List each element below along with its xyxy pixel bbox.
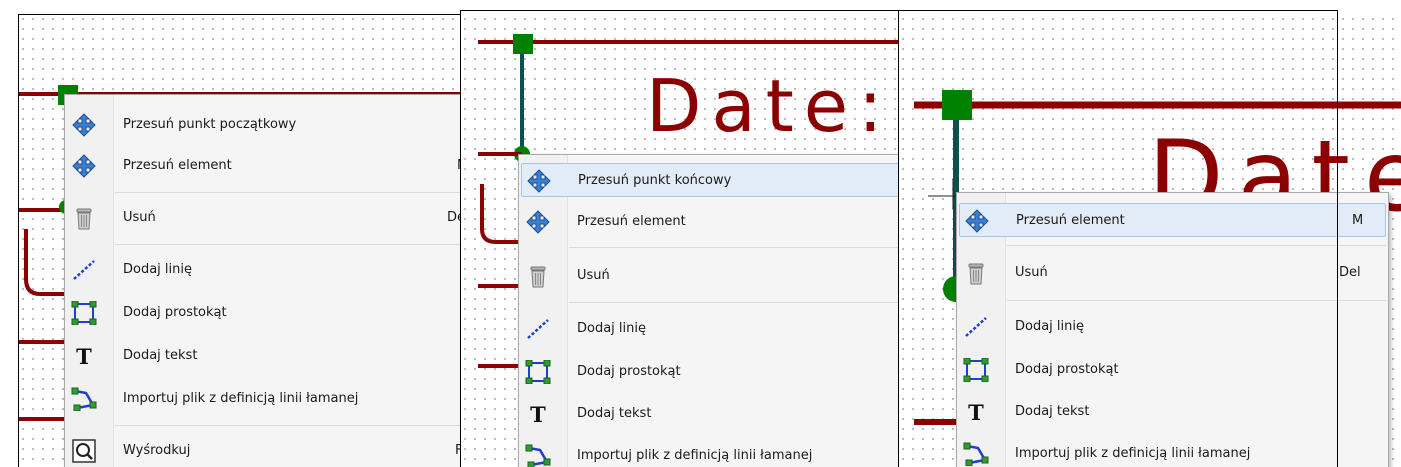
move-arrows-icon: [964, 209, 990, 233]
menu-item-move-start-point[interactable]: Przesuń punkt początkowy S: [67, 108, 460, 142]
panel-frame-line: [1337, 10, 1338, 467]
menu-item-add-line[interactable]: Dodaj linię: [959, 310, 1386, 344]
menu-item-move-element[interactable]: Przesuń element M: [521, 205, 898, 239]
menu-item-label: Dodaj tekst: [1015, 404, 1090, 419]
menu-item-label: Importuj plik z definicją linii łamanej: [1015, 446, 1251, 461]
rectangle-icon: [963, 357, 989, 383]
menu-item-label: Importuj plik z definicją linii łamanej: [577, 448, 813, 463]
menu-item-move-end-point[interactable]: Przesuń punkt końcowy: [521, 163, 898, 197]
menu-separator: [1007, 300, 1386, 301]
menu-item-label: Dodaj tekst: [577, 406, 652, 421]
menu-item-add-text[interactable]: T Dodaj tekst: [67, 339, 460, 373]
panel-divider: [898, 10, 899, 467]
panel-frame-line: [18, 14, 19, 467]
move-arrows-icon: [71, 113, 97, 137]
dashed-line-icon: [963, 315, 989, 339]
menu-item-label: Dodaj prostokąt: [1015, 362, 1119, 377]
menu-item-label: Przesuń element: [123, 158, 232, 173]
menu-item-import-polyline[interactable]: Importuj plik z definicją linii łamanej: [959, 437, 1386, 467]
svg-text:T: T: [530, 402, 546, 426]
panel-frame-line: [18, 14, 460, 15]
menu-item-move-element[interactable]: Przesuń element M: [959, 203, 1386, 237]
menu-item-add-rectangle[interactable]: Dodaj prostokąt: [959, 353, 1386, 387]
menu-item-add-rectangle[interactable]: Dodaj prostokąt: [521, 355, 898, 389]
move-arrows-icon: [71, 154, 97, 178]
menu-item-label: Dodaj linię: [1015, 319, 1084, 334]
dashed-line-icon: [71, 258, 97, 282]
menu-item-move-element[interactable]: Przesuń element M: [67, 149, 460, 183]
trash-can-icon: [963, 261, 989, 285]
move-arrows-icon: [525, 210, 551, 234]
menu-item-label: Dodaj linię: [123, 262, 192, 277]
menu-item-add-text[interactable]: T Dodaj tekst: [959, 395, 1386, 429]
menu-separator: [115, 192, 460, 193]
menu-separator: [569, 302, 898, 303]
menu-item-shortcut: Del: [1339, 265, 1361, 280]
menu-item-center[interactable]: Wyśrodkuj F4: [67, 434, 460, 467]
menu-item-add-rectangle[interactable]: Dodaj prostokąt: [67, 296, 460, 330]
menu-item-shortcut: M: [1352, 213, 1364, 228]
menu-item-label: Usuń: [123, 210, 156, 225]
canvas-panel-1: Przesuń punkt początkowy S Przesuń eleme…: [18, 14, 460, 467]
menu-item-label: Dodaj prostokąt: [123, 305, 227, 320]
context-menu-2: Przesuń punkt końcowy Przesuń element M …: [518, 154, 898, 467]
text-t-icon: T: [963, 400, 989, 425]
polyline-import-icon: [71, 387, 97, 412]
context-menu-3: Przesuń element M Usuń Del Dodaj linię D…: [956, 192, 1389, 467]
svg-text:T: T: [76, 344, 92, 368]
move-arrows-icon: [526, 169, 552, 193]
menu-item-label: Przesuń element: [1016, 213, 1125, 228]
menu-separator: [115, 244, 460, 245]
menu-item-label: Dodaj prostokąt: [577, 364, 681, 379]
menu-separator: [1007, 245, 1386, 246]
canvas-panel-2: Date: Przesuń punkt końcowy Przesuń elem…: [460, 14, 898, 467]
canvas-panel-3: Date Przesuń element M Usuń Del Dodaj li…: [898, 14, 1401, 467]
menu-item-label: Wyśrodkuj: [123, 443, 191, 458]
menu-item-import-polyline[interactable]: Importuj plik z definicją linii łamanej: [67, 382, 460, 416]
menu-item-label: Przesuń punkt początkowy: [123, 117, 297, 132]
menu-item-delete[interactable]: Usuń De: [521, 259, 898, 293]
context-menu-1: Przesuń punkt początkowy S Przesuń eleme…: [64, 94, 460, 467]
polyline-import-icon: [963, 442, 989, 467]
rectangle-icon: [525, 359, 551, 385]
dashed-line-icon: [525, 317, 551, 341]
text-t-icon: T: [71, 344, 97, 369]
text-t-icon: T: [525, 402, 551, 427]
menu-item-label: Usuń: [1015, 265, 1048, 280]
menu-separator: [569, 247, 898, 248]
menu-item-label: Dodaj tekst: [123, 348, 198, 363]
date-label: Date:: [646, 64, 892, 148]
magnifier-icon: [71, 439, 97, 463]
menu-item-label: Usuń: [577, 268, 610, 283]
trash-can-icon: [525, 264, 551, 288]
trash-can-icon: [71, 206, 97, 230]
menu-item-delete[interactable]: Usuń Del: [67, 201, 460, 235]
menu-item-delete[interactable]: Usuń Del: [959, 256, 1386, 290]
menu-item-label: Dodaj linię: [577, 321, 646, 336]
menu-item-label: Przesuń punkt końcowy: [578, 173, 732, 188]
menu-item-add-line[interactable]: Dodaj linię: [67, 253, 460, 287]
menu-item-import-polyline[interactable]: Importuj plik z definicją linii łamanej: [521, 439, 898, 467]
menu-item-add-line[interactable]: Dodaj linię: [521, 312, 898, 346]
polyline-import-icon: [525, 444, 551, 467]
rectangle-icon: [71, 300, 97, 326]
menu-separator: [115, 425, 460, 426]
menu-item-shortcut: Del: [447, 210, 460, 225]
menu-item-label: Przesuń element: [577, 214, 686, 229]
menu-item-label: Importuj plik z definicją linii łamanej: [123, 391, 359, 406]
panel-divider: [460, 10, 461, 467]
svg-text:T: T: [968, 400, 984, 424]
menu-item-add-text[interactable]: T Dodaj tekst: [521, 397, 898, 431]
